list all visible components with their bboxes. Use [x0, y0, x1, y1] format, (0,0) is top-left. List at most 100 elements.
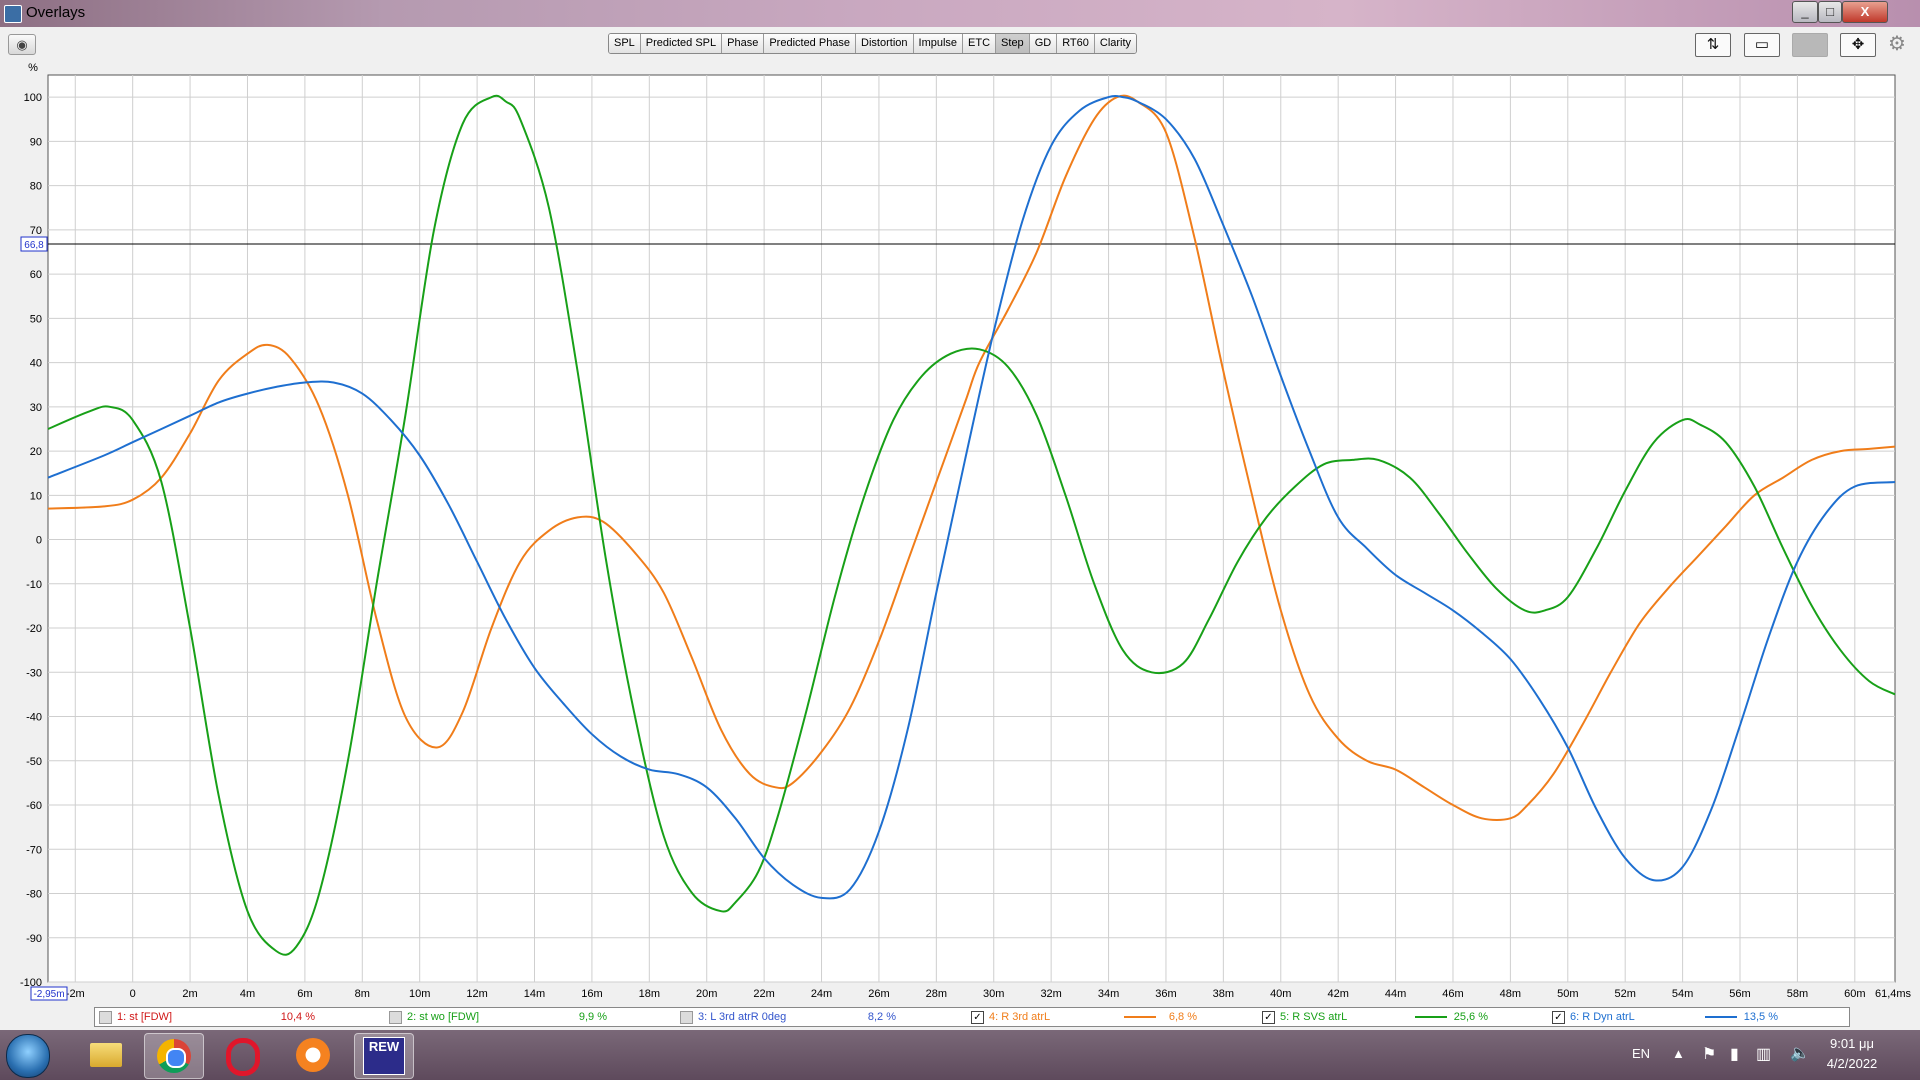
- legend-percent: 9,9 %: [578, 1011, 607, 1023]
- taskbar: REW EN ▲ ⚑ ▮ ▥ 🔈 9:01 μμ 4/2/2022: [0, 1030, 1920, 1080]
- y-tick-label: 20: [30, 446, 42, 458]
- blank-tool-icon[interactable]: [1792, 33, 1828, 57]
- volume-icon[interactable]: 🔈: [1790, 1043, 1810, 1063]
- rew-icon[interactable]: REW: [354, 1033, 414, 1079]
- legend-label: 2: st wo [FDW]: [407, 1011, 480, 1023]
- overlays-window: ◉ SPL Predicted SPL Phase Predicted Phas…: [0, 27, 1920, 1030]
- app-icon: [4, 5, 22, 23]
- tab-predicted-spl[interactable]: Predicted SPL: [640, 34, 723, 53]
- x-tick-label: 6m: [297, 988, 312, 1000]
- language-indicator[interactable]: EN: [1632, 1046, 1650, 1061]
- y-axis-unit: %: [28, 62, 38, 74]
- x-tick-label: 10m: [409, 988, 430, 1000]
- legend: 1: st [FDW] 10,4 % 2: st wo [FDW] 9,9 % …: [94, 1007, 1850, 1027]
- tray-expand-icon[interactable]: ▲: [1672, 1046, 1685, 1061]
- rew-label: REW: [363, 1037, 405, 1075]
- y-tick-label: 100: [24, 92, 42, 104]
- window-fit-icon[interactable]: ▭: [1744, 33, 1780, 57]
- x-tick-label: 0: [130, 988, 136, 1000]
- legend-checkbox[interactable]: ✓: [1552, 1011, 1565, 1024]
- window-title: Overlays: [26, 4, 86, 21]
- legend-checkbox[interactable]: [680, 1011, 693, 1024]
- legend-checkbox[interactable]: [389, 1011, 402, 1024]
- tab-step[interactable]: Step: [996, 34, 1030, 53]
- legend-item[interactable]: 3: L 3rd atrR 0deg 8,2 %: [676, 1008, 966, 1026]
- tab-impulse[interactable]: Impulse: [913, 34, 964, 53]
- legend-item[interactable]: 1: st [FDW] 10,4 %: [95, 1008, 385, 1026]
- axis-expand-icon[interactable]: ✥: [1840, 33, 1876, 57]
- legend-percent: 25,6 %: [1453, 1011, 1488, 1023]
- legend-percent: 13,5 %: [1743, 1011, 1778, 1023]
- x-tick-label: 42m: [1327, 988, 1348, 1000]
- clock-date[interactable]: 4/2/2022: [1812, 1056, 1892, 1071]
- tab-predicted-phase[interactable]: Predicted Phase: [764, 34, 857, 53]
- y-tick-label: -70: [26, 844, 42, 856]
- maximize-button[interactable]: □: [1818, 1, 1842, 23]
- y-tick-label: -40: [26, 712, 42, 724]
- x-tick-label: 40m: [1270, 988, 1291, 1000]
- legend-checkbox[interactable]: ✓: [1262, 1011, 1275, 1024]
- legend-percent: 8,2 %: [867, 1011, 896, 1023]
- x-tick-label: 20m: [696, 988, 717, 1000]
- network-icon[interactable]: ▥: [1756, 1044, 1771, 1064]
- x-tick-label: 26m: [868, 988, 889, 1000]
- x-tick-label: 54m: [1672, 988, 1693, 1000]
- y-tick-label: -50: [26, 756, 42, 768]
- graph-tabs: SPL Predicted SPL Phase Predicted Phase …: [608, 33, 1138, 54]
- legend-item[interactable]: 2: st wo [FDW] 9,9 %: [385, 1008, 675, 1026]
- x-tick-label: 52m: [1614, 988, 1635, 1000]
- y-tick-labels: 1009080706050403020100-10-20-30-40-50-60…: [20, 92, 42, 989]
- x-tick-label: 8m: [355, 988, 370, 1000]
- legend-item[interactable]: ✓ 5: R SVS atrL 25,6 %: [1258, 1008, 1548, 1026]
- y-tick-label: 60: [30, 269, 42, 281]
- tab-phase[interactable]: Phase: [722, 34, 765, 53]
- legend-item[interactable]: ✓ 4: R 3rd atrL 6,8 %: [967, 1008, 1257, 1026]
- avast-browser-icon[interactable]: [284, 1033, 342, 1077]
- x-tick-label: 34m: [1098, 988, 1119, 1000]
- x-tick-label: 14m: [524, 988, 545, 1000]
- x-tick-label: 50m: [1557, 988, 1578, 1000]
- tab-gd[interactable]: GD: [1029, 34, 1058, 53]
- tab-distortion[interactable]: Distortion: [856, 34, 914, 53]
- battery-icon[interactable]: ▮: [1730, 1044, 1739, 1064]
- minimize-button[interactable]: _: [1792, 1, 1818, 23]
- clock-time[interactable]: 9:01 μμ: [1812, 1036, 1892, 1051]
- legend-checkbox[interactable]: [99, 1011, 112, 1024]
- trace-arith-icon[interactable]: ⇅: [1695, 33, 1731, 57]
- explorer-icon[interactable]: [76, 1033, 134, 1077]
- y-tick-label: 80: [30, 181, 42, 193]
- chart-svg: % 1009080706050403020100-10-20-30-40-50-…: [20, 62, 1912, 1001]
- x-tick-label: 48m: [1500, 988, 1521, 1000]
- y-tick-label: -60: [26, 800, 42, 812]
- legend-label: 4: R 3rd atrL: [989, 1011, 1051, 1023]
- y-tick-label: 0: [36, 535, 42, 547]
- y-tick-label: 90: [30, 136, 42, 148]
- flag-icon[interactable]: ⚑: [1702, 1044, 1716, 1064]
- legend-label: 1: st [FDW]: [117, 1011, 172, 1023]
- gear-icon[interactable]: ⚙: [1886, 33, 1908, 55]
- opera-icon[interactable]: [214, 1033, 272, 1077]
- camera-icon[interactable]: ◉: [8, 34, 36, 55]
- tab-rt60[interactable]: RT60: [1057, 34, 1095, 53]
- x-tick-label: 56m: [1729, 988, 1750, 1000]
- close-button[interactable]: X: [1842, 1, 1888, 23]
- x-tick-label: 32m: [1040, 988, 1061, 1000]
- chrome-icon[interactable]: [144, 1033, 204, 1079]
- x-tick-label: -2m: [66, 988, 85, 1000]
- tab-etc[interactable]: ETC: [963, 34, 997, 53]
- legend-percent: 10,4 %: [280, 1011, 315, 1023]
- legend-label: 3: L 3rd atrR 0deg: [698, 1011, 787, 1023]
- legend-item[interactable]: ✓ 6: R Dyn atrL 13,5 %: [1548, 1008, 1838, 1026]
- tab-spl[interactable]: SPL: [609, 34, 641, 53]
- y-tick-label: 10: [30, 490, 42, 502]
- y-tick-label: 70: [30, 225, 42, 237]
- tab-clarity[interactable]: Clarity: [1094, 34, 1137, 53]
- y-tick-label: 50: [30, 313, 42, 325]
- x-tick-label: 38m: [1213, 988, 1234, 1000]
- y-tick-label: -30: [26, 667, 42, 679]
- legend-checkbox[interactable]: ✓: [971, 1011, 984, 1024]
- x-end-label: 61,4ms: [1875, 988, 1912, 1000]
- title-bar: Overlays _ □ X: [0, 0, 1920, 27]
- windows-start-icon[interactable]: [6, 1034, 50, 1078]
- x-tick-label: 46m: [1442, 988, 1463, 1000]
